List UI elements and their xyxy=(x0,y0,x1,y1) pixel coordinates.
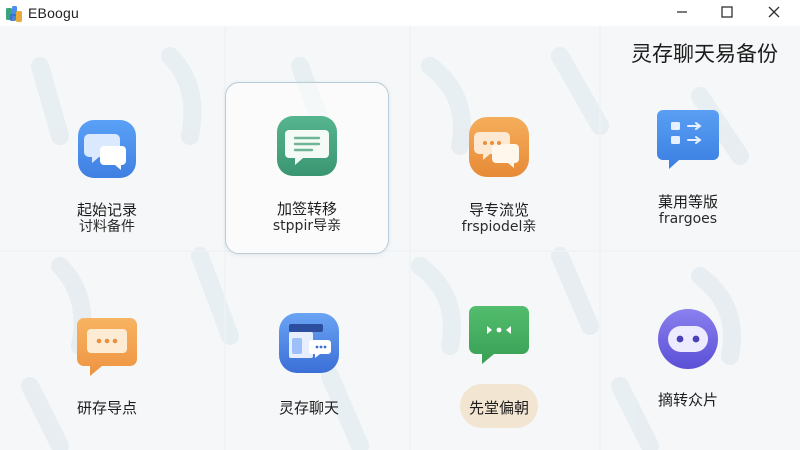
tile-label: 研存导点 xyxy=(76,399,137,417)
maximize-button[interactable] xyxy=(705,0,749,24)
message-lines-icon xyxy=(274,113,340,179)
page-title: 灵存聊天易备份 xyxy=(631,42,778,66)
chat-dots-icon xyxy=(74,314,140,380)
tile-label: 先堂偏朝 xyxy=(468,399,529,417)
app-title: EBoogu xyxy=(28,5,80,21)
tile-first-hall[interactable]: 先堂偏朝 xyxy=(418,296,580,446)
chat-bubbles-icon xyxy=(74,116,140,182)
tile-sublabel: frargoes xyxy=(658,211,718,227)
tile-sublabel: frspiodel亲 xyxy=(461,219,537,235)
tile-store-export[interactable]: 研存导点 xyxy=(26,296,188,446)
tile-label: 起始记录 xyxy=(76,201,137,219)
tile-sublabel: 讨料备件 xyxy=(79,219,135,235)
minimize-button[interactable] xyxy=(660,0,704,24)
tile-export-browse[interactable]: 导专流览 frspiodel亲 xyxy=(418,84,580,254)
tile-pick-photos[interactable]: 摘转众片 xyxy=(607,296,769,446)
tile-chat-store[interactable]: 灵存聊天 xyxy=(228,296,390,446)
list-arrows-icon xyxy=(655,106,721,172)
minimize-icon xyxy=(677,11,687,13)
tile-label: 灵存聊天 xyxy=(278,399,339,417)
face-icon xyxy=(655,306,721,372)
main-content: 灵存聊天易备份 起始记录 讨料备件 加签转移 stppir导亲 导专流览 frs… xyxy=(0,26,800,450)
chat-dots-icon xyxy=(466,302,532,368)
tile-sign-transfer[interactable]: 加签转移 stppir导亲 xyxy=(225,82,389,254)
window-chat-icon xyxy=(276,310,342,376)
tile-label: 摘转众片 xyxy=(657,391,718,409)
tile-usage-version[interactable]: 菓用等版 frargoes xyxy=(607,82,769,252)
tile-start-record[interactable]: 起始记录 讨料备件 xyxy=(26,84,188,254)
tile-label: 菓用等版 xyxy=(657,193,718,211)
tile-label: 加签转移 xyxy=(276,200,337,218)
title-bar: EBoogu xyxy=(0,0,800,26)
chat-dots-icon xyxy=(466,114,532,180)
close-icon xyxy=(768,6,780,18)
tile-label: 导专流览 xyxy=(468,201,529,219)
close-button[interactable] xyxy=(752,0,796,24)
app-logo-icon xyxy=(6,6,22,22)
maximize-icon xyxy=(721,6,733,18)
tile-sublabel: stppir导亲 xyxy=(272,218,342,234)
